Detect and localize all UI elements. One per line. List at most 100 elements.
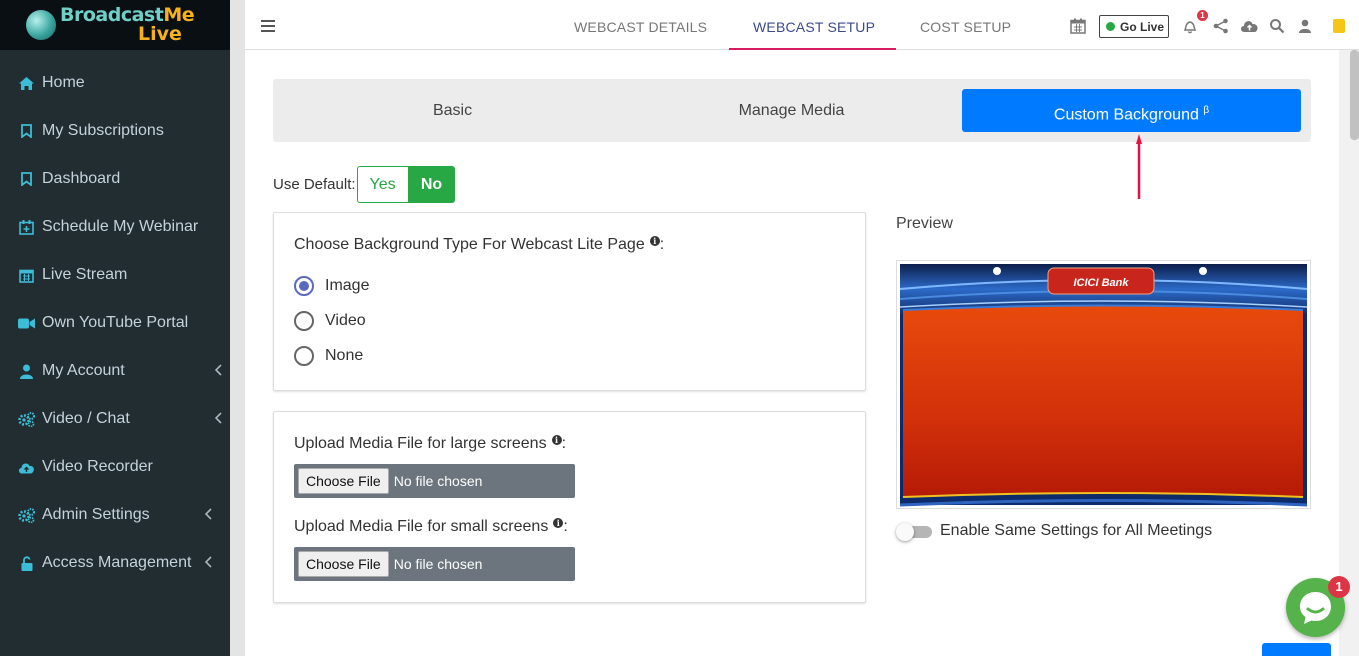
cloud-upload-icon[interactable] [1240, 18, 1259, 34]
enable-same-settings-label: Enable Same Settings for All Meetings [940, 522, 1213, 539]
subtab-custom-background[interactable]: Custom Background β [962, 89, 1301, 132]
video-camera-icon [18, 316, 35, 331]
gears-icon [18, 411, 35, 427]
subtab-basic[interactable]: Basic [273, 79, 632, 142]
choose-file-button[interactable]: Choose File [298, 468, 389, 494]
bookmark-icon [18, 124, 35, 139]
bell-icon[interactable] [1182, 18, 1198, 34]
radio-label: Video [325, 312, 366, 329]
preview-label: Preview [896, 215, 953, 232]
sidebar-item-label: Live Stream [42, 266, 128, 283]
logo[interactable]: BroadcastMe Live [0, 0, 230, 50]
sidebar-item-home[interactable]: Home [0, 59, 230, 107]
hamburger-menu-icon[interactable] [261, 20, 275, 32]
home-icon [18, 76, 35, 91]
info-icon[interactable]: i [649, 236, 660, 246]
chevron-left-icon [215, 364, 222, 376]
radio-option-none[interactable]: None [294, 346, 363, 366]
unlock-icon [18, 555, 35, 571]
use-default-label: Use Default: [273, 176, 356, 193]
radio-label: None [325, 347, 364, 364]
page-scrollbar-thumb[interactable] [1350, 50, 1359, 140]
upload-large-heading: Upload Media File for large screens i: [294, 435, 567, 452]
sidebar-gutter [230, 0, 245, 656]
radio-option-image[interactable]: Image [294, 276, 369, 296]
file-status: No file chosen [393, 556, 483, 572]
top-navbar: WEBCAST DETAILS WEBCAST SETUP COST SETUP… [245, 0, 1359, 50]
upload-media-card: Upload Media File for large screens i: C… [273, 411, 866, 603]
subtab-label: Custom Background [1053, 106, 1199, 124]
use-default-group: Use Default: Yes No [273, 166, 455, 203]
bookmark-icon [18, 172, 35, 187]
sidebar-menu: Home My Subscriptions Dashboard Schedule… [0, 59, 230, 587]
enable-same-settings-toggle[interactable] [896, 523, 932, 541]
gears-icon [18, 507, 35, 523]
file-status: No file chosen [393, 473, 483, 489]
tab-cost-setup[interactable]: COST SETUP [920, 0, 1011, 50]
sidebar-item-video-recorder[interactable]: Video Recorder [0, 443, 230, 491]
sidebar: BroadcastMe Live Home My Subscriptions D… [0, 0, 230, 656]
chevron-left-icon [205, 556, 212, 568]
sidebar-item-label: Schedule My Webinar [42, 218, 199, 235]
annotation-arrow [1136, 134, 1142, 199]
tab-webcast-setup[interactable]: WEBCAST SETUP [753, 0, 875, 50]
preview-logo-text: ICICI Bank [1073, 277, 1129, 289]
calendar-plus-icon [18, 219, 35, 235]
background-type-card: Choose Background Type For Webcast Lite … [273, 212, 866, 391]
radio-option-video[interactable]: Video [294, 311, 366, 331]
sidebar-item-label: Home [42, 74, 85, 91]
next-button[interactable] [1262, 643, 1331, 656]
sidebar-item-label: Access Management [42, 554, 192, 571]
calendar-icon[interactable] [1070, 18, 1086, 34]
subtab-manage-media[interactable]: Manage Media [622, 79, 961, 142]
use-default-no-button[interactable]: No [408, 166, 455, 203]
subtab-bar: Basic Manage Media Custom Background β [273, 79, 1311, 142]
live-status-dot [1106, 22, 1115, 31]
file-input-large[interactable]: Choose File No file chosen [294, 464, 575, 498]
share-icon[interactable] [1213, 18, 1229, 34]
tab-webcast-details[interactable]: WEBCAST DETAILS [574, 0, 707, 50]
radio-label: Image [325, 277, 370, 294]
preview-frame: ICICI Bank [896, 260, 1311, 509]
sidebar-item-label: Video Recorder [42, 458, 153, 475]
beta-marker: β [1203, 105, 1210, 116]
notification-indicator[interactable] [1333, 19, 1345, 33]
page-scrollbar[interactable] [1339, 50, 1359, 656]
background-type-heading: Choose Background Type For Webcast Lite … [294, 236, 665, 253]
sidebar-item-my-subscriptions[interactable]: My Subscriptions [0, 107, 230, 155]
radio-button-checked[interactable] [294, 276, 314, 296]
globe-logo-icon [26, 10, 56, 40]
sidebar-item-label: Video / Chat [42, 410, 130, 427]
info-icon[interactable]: i [553, 518, 564, 528]
use-default-yes-button[interactable]: Yes [356, 166, 409, 203]
choose-file-button[interactable]: Choose File [298, 551, 389, 577]
sidebar-item-label: My Account [42, 362, 125, 379]
main-content: Basic Manage Media Custom Background β U… [245, 50, 1339, 656]
sidebar-item-dashboard[interactable]: Dashboard [0, 155, 230, 203]
background-preview-image: ICICI Bank [899, 264, 1308, 507]
radio-button[interactable] [294, 346, 314, 366]
sidebar-item-video-chat[interactable]: Video / Chat [0, 395, 230, 443]
sidebar-item-label: Own YouTube Portal [42, 314, 189, 331]
sidebar-item-admin-settings[interactable]: Admin Settings [0, 491, 230, 539]
sidebar-item-label: Admin Settings [42, 506, 150, 523]
radio-button[interactable] [294, 311, 314, 331]
file-input-small[interactable]: Choose File No file chosen [294, 547, 575, 581]
cloud-upload-icon [18, 460, 35, 475]
info-icon[interactable]: i [551, 435, 562, 445]
user-icon[interactable] [1297, 18, 1313, 34]
sidebar-item-access-management[interactable]: Access Management [0, 539, 230, 587]
notification-badge: 1 [1197, 10, 1208, 21]
chevron-left-icon [215, 412, 222, 424]
upload-large-label: Upload Media File for large screens [294, 435, 547, 452]
chat-notification-badge: 1 [1328, 576, 1350, 598]
logo-text-live: Live [138, 23, 182, 45]
search-icon[interactable] [1269, 18, 1285, 34]
sidebar-item-schedule-my-webinar[interactable]: Schedule My Webinar [0, 203, 230, 251]
sidebar-item-my-account[interactable]: My Account [0, 347, 230, 395]
sidebar-item-own-youtube-portal[interactable]: Own YouTube Portal [0, 299, 230, 347]
sidebar-item-live-stream[interactable]: Live Stream [0, 251, 230, 299]
go-live-label: Go Live [1120, 19, 1165, 34]
chevron-left-icon [205, 508, 212, 520]
go-live-button[interactable]: Go Live [1099, 15, 1169, 38]
